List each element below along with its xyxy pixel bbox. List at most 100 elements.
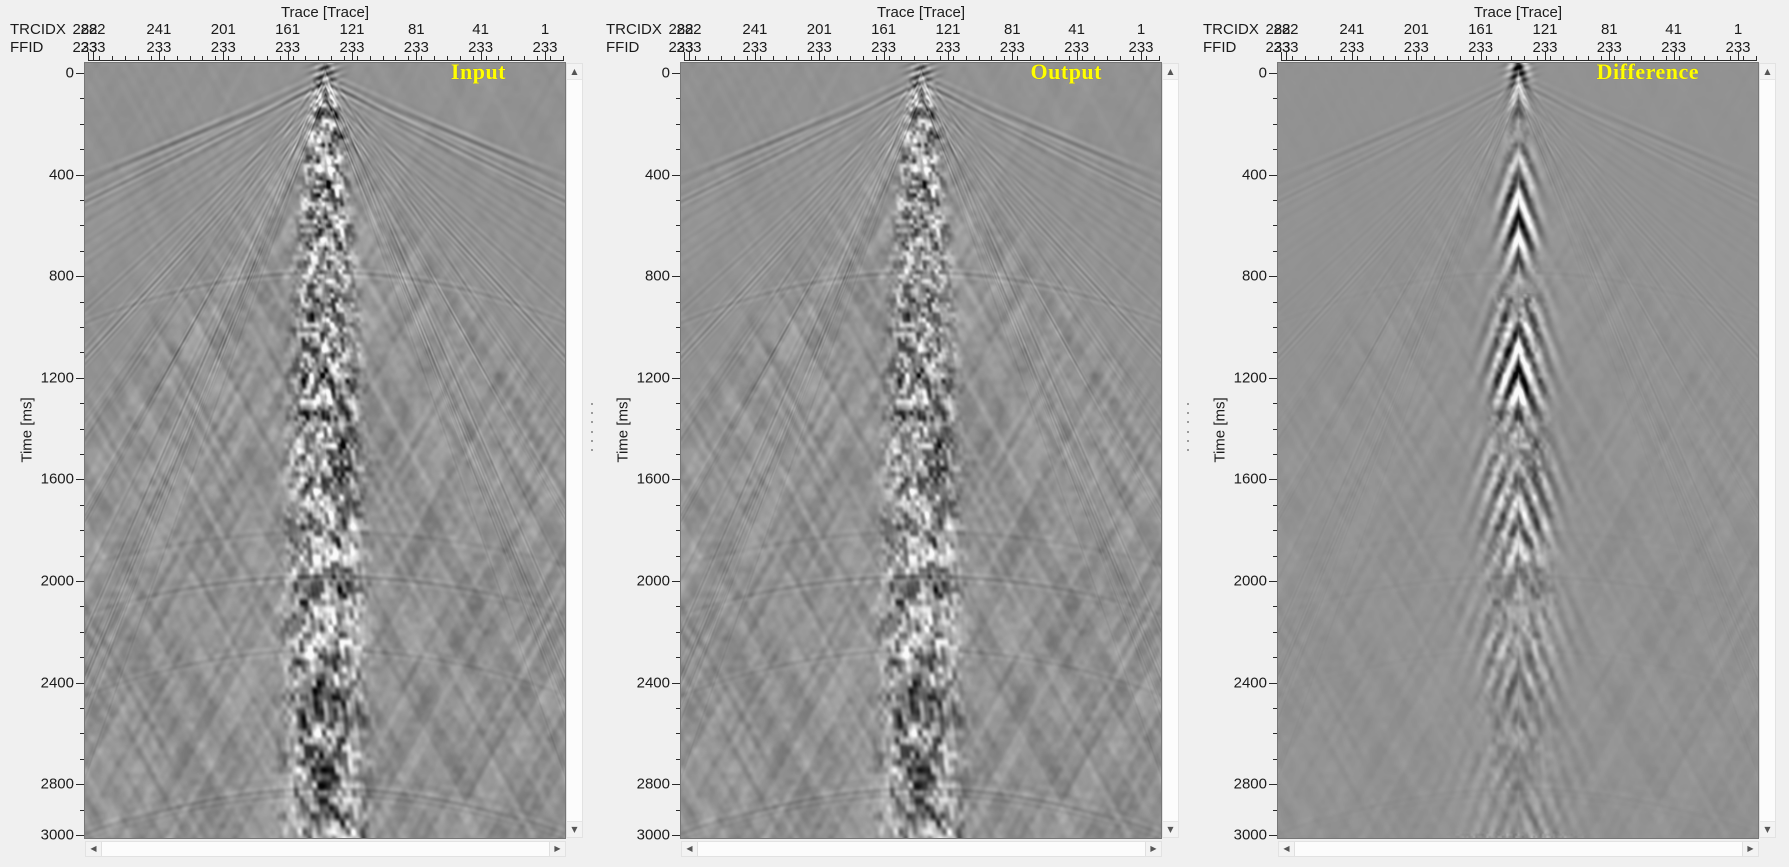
time-minor-tick xyxy=(676,530,680,532)
time-minor-tick xyxy=(676,733,680,735)
time-minor-tick xyxy=(676,758,680,760)
time-major-tick xyxy=(76,682,84,684)
trace-minor-tick xyxy=(1549,56,1551,60)
time-major-tick xyxy=(76,377,84,379)
vertical-scrollbar[interactable]: ▲ ▼ xyxy=(566,63,583,838)
time-minor-tick xyxy=(676,606,680,608)
time-minor-tick xyxy=(1273,708,1277,709)
horizontal-scrollbar[interactable]: ◀ ▶ xyxy=(85,841,566,857)
scroll-left-button[interactable]: ◀ xyxy=(1279,842,1295,856)
horizontal-scrollbar[interactable]: ◀ ▶ xyxy=(1278,841,1759,857)
trace-minor-tick xyxy=(1562,56,1564,60)
time-minor-tick xyxy=(80,733,84,735)
time-major-tick xyxy=(1269,73,1277,74)
time-minor-tick xyxy=(80,530,84,532)
seismic-panel: Trace [Trace] TRCIDX FFID 282 282 241 201 16… xyxy=(0,0,596,867)
time-tick-label: 400 xyxy=(644,166,670,184)
trace-header-value: 41 xyxy=(1068,21,1085,38)
time-minor-tick xyxy=(676,428,680,430)
trace-minor-tick xyxy=(511,56,513,60)
time-minor-tick xyxy=(80,504,84,506)
time-minor-tick xyxy=(1273,327,1277,328)
horizontal-scrollbar[interactable]: ◀ ▶ xyxy=(681,841,1162,857)
scroll-right-icon: ▶ xyxy=(1747,844,1754,853)
trace-minor-tick xyxy=(837,56,838,60)
ffid-row-label: FFID xyxy=(10,39,44,56)
time-minor-tick xyxy=(1273,98,1277,100)
trace-header-value: 233 xyxy=(1532,39,1558,56)
trace-minor-tick xyxy=(524,56,526,60)
scroll-down-button[interactable]: ▼ xyxy=(567,821,582,837)
trace-minor-tick xyxy=(1369,56,1371,60)
time-minor-tick xyxy=(80,352,84,354)
trace-minor-tick xyxy=(331,56,333,60)
trace-minor-tick xyxy=(279,56,281,60)
scroll-left-button[interactable]: ◀ xyxy=(682,842,698,856)
time-minor-tick xyxy=(80,200,84,201)
seismic-display[interactable] xyxy=(1277,62,1759,839)
trace-header-value: 282 xyxy=(1273,21,1299,38)
time-minor-tick xyxy=(676,657,680,659)
seismic-display[interactable] xyxy=(84,62,566,839)
scroll-down-button[interactable]: ▼ xyxy=(1163,821,1178,837)
trace-header-value: 233 xyxy=(871,39,897,56)
time-major-tick xyxy=(1269,276,1277,278)
time-tick-label: 1600 xyxy=(636,470,670,488)
scroll-right-button[interactable]: ▶ xyxy=(1742,842,1758,856)
trace-minor-tick xyxy=(1498,56,1500,60)
trace-header-value: 233 xyxy=(403,39,429,56)
trace-minor-tick xyxy=(266,56,268,60)
scroll-down-button[interactable]: ▼ xyxy=(1760,821,1775,837)
trace-minor-tick xyxy=(176,56,178,60)
trace-minor-tick xyxy=(1511,56,1513,60)
time-minor-tick xyxy=(1273,428,1277,430)
trace-minor-tick xyxy=(914,56,916,60)
time-major-tick xyxy=(1269,835,1277,836)
time-major-tick xyxy=(672,682,680,684)
trace-minor-tick xyxy=(772,56,774,60)
trace-header-value: 233 xyxy=(468,39,494,56)
trace-minor-tick xyxy=(824,56,826,60)
trace-minor-tick xyxy=(125,56,127,60)
trace-minor-tick xyxy=(1158,56,1160,60)
time-major-tick xyxy=(672,174,680,176)
trace-minor-tick xyxy=(163,56,165,60)
time-minor-tick xyxy=(1273,403,1277,405)
time-tick-label: 3000 xyxy=(636,826,670,844)
seismic-display[interactable] xyxy=(680,62,1162,839)
time-axis-title: Time [ms] xyxy=(614,397,632,463)
scroll-up-button[interactable]: ▲ xyxy=(1163,64,1178,80)
trace-minor-tick xyxy=(798,56,800,60)
scroll-right-button[interactable]: ▶ xyxy=(549,842,565,856)
trace-minor-tick xyxy=(939,56,941,60)
scroll-left-icon: ◀ xyxy=(90,844,97,853)
time-minor-tick xyxy=(1273,631,1277,633)
time-axis-title: Time [ms] xyxy=(18,397,36,463)
trace-header-value: 233 xyxy=(1661,39,1687,56)
trace-axis-title: Trace [Trace] xyxy=(280,4,370,21)
pane-splitter-grip[interactable] xyxy=(588,403,596,451)
trace-minor-tick xyxy=(862,56,864,60)
time-minor-tick xyxy=(676,403,680,405)
scroll-right-button[interactable]: ▶ xyxy=(1145,842,1161,856)
time-minor-tick xyxy=(80,225,84,227)
time-minor-tick xyxy=(676,200,680,201)
vertical-scrollbar[interactable]: ▲ ▼ xyxy=(1759,63,1776,838)
vertical-scrollbar[interactable]: ▲ ▼ xyxy=(1162,63,1179,838)
time-tick-label: 2000 xyxy=(40,572,74,590)
scroll-down-icon: ▼ xyxy=(571,824,578,834)
trace-minor-tick xyxy=(215,56,217,60)
pane-splitter-grip[interactable] xyxy=(1184,403,1192,451)
trace-minor-tick xyxy=(1395,56,1397,60)
seismic-viewer-window: Trace [Trace] TRCIDX FFID 282 282 241 201 16… xyxy=(0,0,1789,867)
time-minor-tick xyxy=(1273,657,1277,659)
time-minor-tick xyxy=(80,555,84,557)
trace-header-value: 233 xyxy=(1725,39,1751,56)
scroll-left-button[interactable]: ◀ xyxy=(86,842,102,856)
trace-minor-tick xyxy=(253,56,255,60)
scroll-up-button[interactable]: ▲ xyxy=(1760,64,1775,80)
time-minor-tick xyxy=(676,454,680,455)
time-minor-tick xyxy=(80,98,84,100)
scroll-up-button[interactable]: ▲ xyxy=(567,64,582,80)
time-minor-tick xyxy=(80,428,84,430)
